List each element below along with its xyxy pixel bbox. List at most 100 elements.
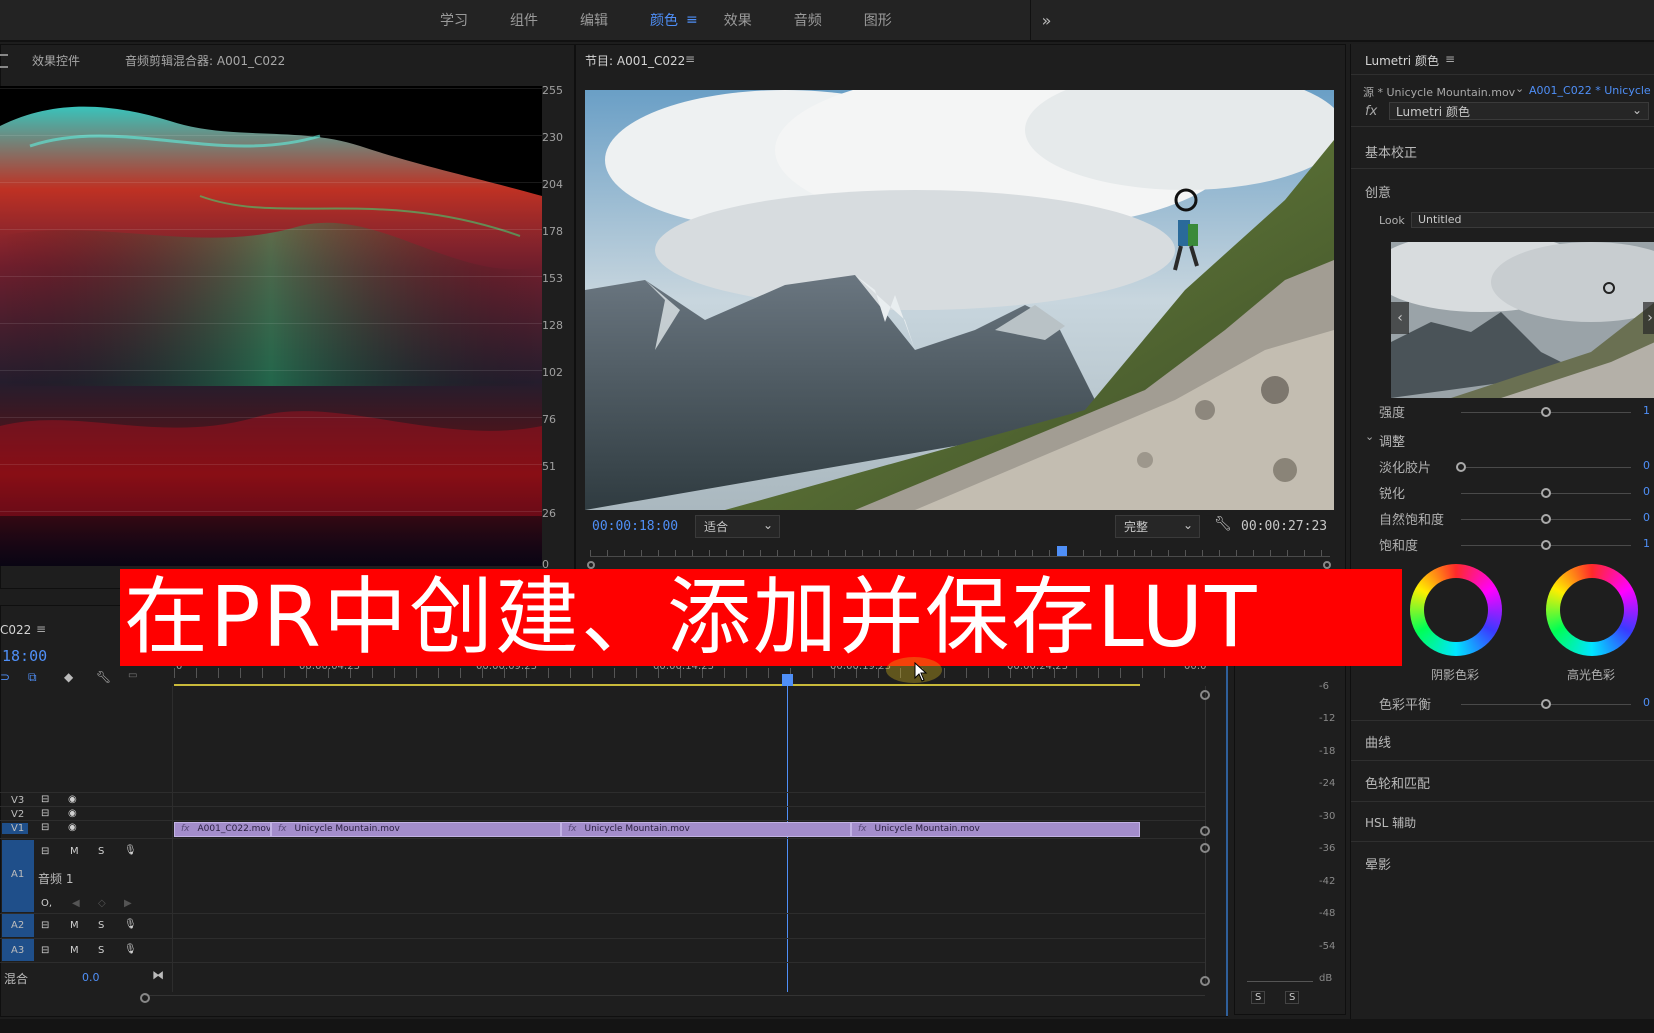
next-keyframe-icon[interactable]: ▶ [124, 898, 132, 909]
linked-selection-icon[interactable]: ⧉ [28, 670, 37, 685]
slider-value[interactable]: 1 [1643, 537, 1650, 550]
mute-button[interactable]: M [70, 846, 79, 857]
slider-knob[interactable] [1541, 540, 1551, 550]
wrench-icon[interactable]: 🔧︎ [1214, 516, 1232, 532]
workspace-tab-color[interactable]: 颜色 [650, 10, 678, 30]
sync-lock-icon[interactable]: ⊟ [41, 920, 49, 931]
program-menu-icon[interactable]: ≡ [685, 52, 695, 66]
track-label-v1[interactable]: V1 [2, 823, 28, 834]
slider-knob[interactable] [1456, 462, 1466, 472]
solo-left-button[interactable]: S [1251, 991, 1266, 1004]
eye-icon[interactable]: ◉ [68, 808, 77, 819]
mix-value[interactable]: 0.0 [82, 971, 100, 984]
mix-collapse-icon[interactable]: ⧓ [152, 968, 164, 982]
scroll-handle-mid[interactable] [1200, 826, 1210, 836]
intensity-value[interactable]: 1 [1643, 404, 1650, 417]
keyframe-icon[interactable]: O, [41, 898, 52, 909]
slider-knob[interactable] [1541, 488, 1551, 498]
program-scrub-bar[interactable] [590, 556, 1330, 557]
clip[interactable]: fx Unicycle Mountain.mov [851, 822, 1140, 837]
microphone-icon[interactable]: 🎙︎ [124, 944, 137, 955]
track-label-a1[interactable]: A1 [11, 869, 24, 880]
section-basic-correction[interactable]: 基本校正 [1365, 142, 1417, 161]
workspace-tab-editing[interactable]: 编辑 [580, 10, 608, 30]
microphone-icon[interactable]: 🎙︎ [124, 845, 137, 856]
sequence-clip-link[interactable]: A001_C022 * Unicycle Mo [1529, 84, 1654, 97]
chevron-down-icon[interactable]: ⌄ [1365, 430, 1374, 443]
track-label-v2[interactable]: V2 [11, 809, 24, 820]
program-timecode[interactable]: 00:00:18:00 [592, 519, 678, 534]
shadow-tint-wheel[interactable] [1410, 564, 1502, 656]
solo-button[interactable]: S [98, 945, 104, 956]
section-creative[interactable]: 创意 [1365, 182, 1391, 201]
slider-value[interactable]: 0 [1643, 459, 1650, 472]
effect-select[interactable]: Lumetri 颜色 ⌄ [1389, 102, 1649, 120]
slider-track[interactable] [1461, 467, 1631, 468]
mute-button[interactable]: M [70, 945, 79, 956]
scroll-handle-mid2[interactable] [1200, 843, 1210, 853]
workspace-tab-effects[interactable]: 效果 [724, 10, 752, 30]
chevron-down-icon[interactable]: ⌄ [1515, 82, 1524, 95]
fx-icon[interactable]: fx [1365, 104, 1377, 119]
sync-lock-icon[interactable]: ⊟ [41, 822, 49, 833]
sync-lock-icon[interactable]: ⊟ [41, 808, 49, 819]
mute-button[interactable]: M [70, 920, 79, 931]
section-adjustments[interactable]: 调整 [1379, 431, 1405, 450]
clip[interactable]: fx Unicycle Mountain.mov [561, 822, 851, 837]
sync-lock-icon[interactable]: ⊟ [41, 945, 49, 956]
workspace-tab-graphics[interactable]: 图形 [864, 10, 892, 30]
section-hsl-secondary[interactable]: HSL 辅助 [1365, 814, 1416, 831]
fit-select[interactable]: 适合 ⌄ [695, 515, 780, 538]
track-label-v3[interactable]: V3 [11, 795, 24, 806]
prev-keyframe-icon[interactable]: ◀ [72, 898, 80, 909]
program-monitor-title[interactable]: 节目: A001_C022 [585, 52, 685, 69]
sequence-menu-icon[interactable]: ≡ [36, 622, 46, 636]
sync-lock-icon[interactable]: ⊟ [41, 846, 49, 857]
scroll-handle-bottom[interactable] [1200, 976, 1210, 986]
workspace-tab-audio[interactable]: 音频 [794, 10, 822, 30]
highlight-tint-wheel[interactable] [1546, 564, 1638, 656]
track-label-a3[interactable]: A3 [11, 945, 24, 956]
snap-icon[interactable]: ⊃ [0, 670, 10, 684]
add-keyframe-icon[interactable]: ◇ [98, 898, 106, 909]
slider-value[interactable]: 0 [1643, 511, 1650, 524]
intensity-slider-knob[interactable] [1541, 407, 1551, 417]
color-balance-knob[interactable] [1541, 699, 1551, 709]
section-wheels-match[interactable]: 色轮和匹配 [1365, 773, 1430, 792]
timeline-timecode[interactable]: 18:00 [2, 647, 47, 665]
workspace-tab-learn[interactable]: 学习 [440, 10, 468, 30]
workspace-overflow-button[interactable]: » [1030, 0, 1062, 40]
work-area-bar[interactable] [174, 684, 1140, 686]
slider-value[interactable]: 0 [1643, 485, 1650, 498]
tab-effect-controls[interactable]: 效果控件 [32, 52, 80, 69]
settings-wrench-icon[interactable]: 🔧︎ [96, 670, 111, 684]
section-curves[interactable]: 曲线 [1365, 732, 1391, 751]
tab-audio-clip-mixer[interactable]: 音频剪辑混合器: A001_C022 [125, 52, 285, 69]
microphone-icon[interactable]: 🎙︎ [124, 919, 137, 930]
eye-icon[interactable]: ◉ [68, 822, 77, 833]
eye-icon[interactable]: ◉ [68, 794, 77, 805]
solo-button[interactable]: S [98, 846, 104, 857]
marker-icon[interactable]: ◆ [64, 670, 73, 684]
h-scroll-handle[interactable] [140, 993, 150, 1003]
slider-knob[interactable] [1541, 514, 1551, 524]
workspace-menu-icon[interactable]: ≡ [686, 12, 698, 28]
track-label-a2[interactable]: A2 [11, 920, 24, 931]
solo-button[interactable]: S [98, 920, 104, 931]
clip[interactable]: fx Unicycle Mountain.mov [271, 822, 561, 837]
sync-lock-icon[interactable]: ⊟ [41, 794, 49, 805]
panel-menu-icon[interactable] [0, 54, 8, 68]
workspace-tab-assembly[interactable]: 组件 [510, 10, 538, 30]
clip[interactable]: fx A001_C022.mov [174, 822, 271, 837]
timeline-horizontal-scrollbar[interactable] [145, 995, 1205, 996]
solo-right-button[interactable]: S [1285, 991, 1300, 1004]
next-look-button[interactable]: › [1643, 302, 1654, 334]
source-clip-select[interactable]: 源 * Unicycle Mountain.mov [1363, 84, 1515, 100]
timeline-vertical-scrollbar[interactable] [1205, 686, 1206, 986]
program-video-frame[interactable] [585, 90, 1334, 510]
scroll-handle-top[interactable] [1200, 690, 1210, 700]
section-vignette[interactable]: 晕影 [1365, 854, 1391, 873]
lumetri-title[interactable]: Lumetri 颜色 [1365, 52, 1439, 69]
look-select[interactable]: Untitled [1411, 212, 1654, 228]
previous-look-button[interactable]: ‹ [1391, 302, 1409, 334]
